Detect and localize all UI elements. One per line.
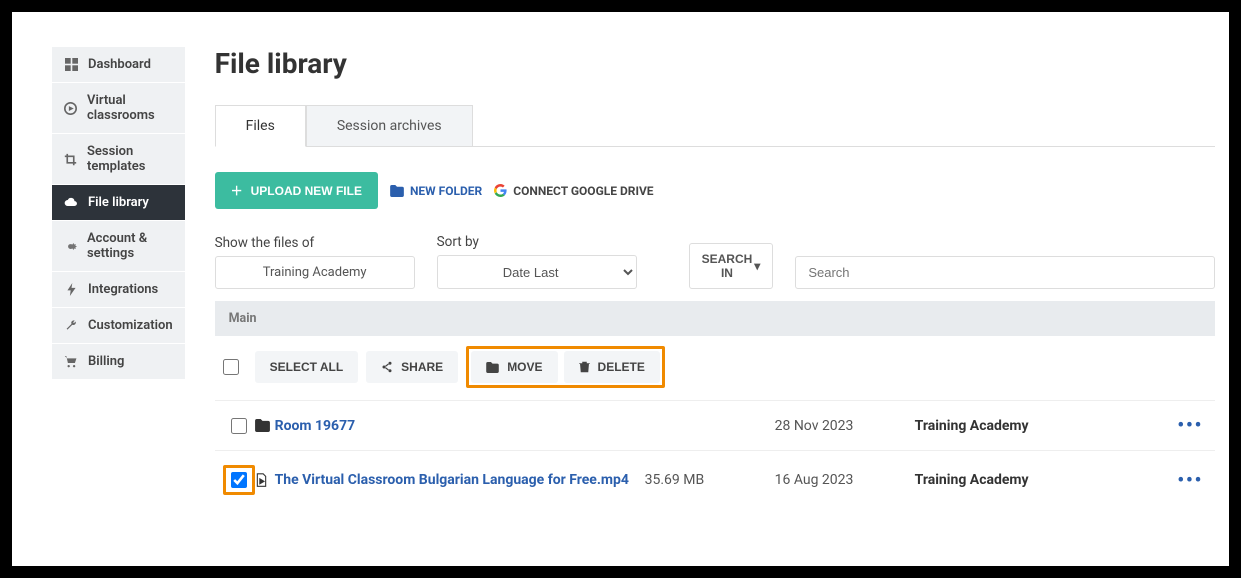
sidebar-item-label: Virtual classrooms [87, 93, 173, 123]
new-folder-label: NEW FOLDER [410, 184, 482, 198]
file-size: 35.69 MB [645, 472, 775, 488]
tab-session-archives[interactable]: Session archives [306, 105, 473, 147]
share-button[interactable]: SHARE [366, 351, 458, 383]
move-button[interactable]: MOVE [471, 351, 557, 383]
search-in-label: SEARCH IN [702, 252, 753, 280]
sidebar: Dashboard Virtual classrooms Session tem… [52, 47, 185, 566]
sidebar-item-label: Account & settings [87, 231, 173, 261]
select-all-checkbox[interactable] [223, 359, 239, 375]
wrench-icon [64, 319, 78, 332]
row-checkbox[interactable] [231, 418, 247, 434]
sort-by-label: Sort by [437, 234, 637, 250]
cart-icon [64, 355, 78, 368]
select-all-label: SELECT ALL [270, 360, 344, 374]
sidebar-item-label: Billing [88, 354, 124, 369]
show-files-of-select[interactable]: Training Academy [215, 256, 415, 289]
tab-files[interactable]: Files [215, 105, 306, 147]
sidebar-item-label: Integrations [88, 282, 158, 297]
connect-google-drive-link[interactable]: CONNECT GOOGLE DRIVE [494, 184, 653, 198]
breadcrumb[interactable]: Main [215, 301, 1216, 336]
play-circle-icon [64, 102, 77, 115]
move-label: MOVE [507, 360, 542, 374]
new-folder-link[interactable]: NEW FOLDER [390, 184, 482, 198]
sidebar-item-session-templates[interactable]: Session templates [52, 134, 185, 184]
grid-icon [64, 58, 78, 71]
row-checkbox[interactable] [231, 472, 247, 488]
google-icon [494, 184, 507, 197]
folder-icon [255, 419, 275, 432]
trash-icon [579, 361, 590, 373]
page-title: File library [215, 47, 1216, 80]
sidebar-item-dashboard[interactable]: Dashboard [52, 47, 185, 82]
file-name[interactable]: Room 19677 [275, 418, 645, 434]
upload-new-file-button[interactable]: ＋ UPLOAD NEW FILE [215, 172, 378, 209]
sidebar-item-integrations[interactable]: Integrations [52, 272, 185, 307]
sidebar-item-file-library[interactable]: File library [52, 185, 185, 220]
sidebar-item-virtual-classrooms[interactable]: Virtual classrooms [52, 83, 185, 133]
sidebar-item-label: File library [88, 195, 149, 210]
cloud-icon [64, 196, 78, 209]
sort-by-select[interactable]: Date Last [437, 255, 637, 289]
bolt-icon [64, 283, 78, 296]
file-date: 28 Nov 2023 [775, 418, 915, 434]
file-name[interactable]: The Virtual Classroom Bulgarian Language… [275, 472, 645, 488]
table-row: The Virtual Classroom Bulgarian Language… [215, 450, 1216, 509]
row-menu-button[interactable]: ••• [1177, 470, 1207, 491]
file-owner: Training Academy [915, 472, 1178, 488]
caret-down-icon: ▾ [754, 259, 760, 273]
tabs: Files Session archives [215, 105, 1216, 147]
search-input[interactable] [795, 256, 1215, 289]
sidebar-item-customization[interactable]: Customization [52, 308, 185, 343]
gear-icon [64, 240, 77, 253]
delete-label: DELETE [598, 360, 645, 374]
select-all-button[interactable]: SELECT ALL [255, 351, 359, 383]
sidebar-item-billing[interactable]: Billing [52, 344, 185, 379]
folder-icon [486, 362, 499, 373]
row-menu-button[interactable]: ••• [1177, 415, 1207, 436]
share-icon [381, 361, 393, 373]
plus-icon: ＋ [231, 182, 243, 199]
file-date: 16 Aug 2023 [775, 472, 915, 488]
connect-gdrive-label: CONNECT GOOGLE DRIVE [513, 184, 653, 198]
sidebar-item-account-settings[interactable]: Account & settings [52, 221, 185, 271]
file-owner: Training Academy [915, 418, 1178, 434]
table-row: Room 19677 28 Nov 2023 Training Academy … [215, 400, 1216, 450]
sidebar-item-label: Session templates [87, 144, 173, 174]
folder-icon [390, 185, 404, 197]
video-file-icon [255, 473, 275, 488]
crop-icon [64, 153, 77, 166]
main-content: File library Files Session archives ＋ UP… [185, 12, 1241, 566]
delete-button[interactable]: DELETE [564, 351, 660, 383]
move-delete-highlight: MOVE DELETE [466, 346, 665, 388]
sidebar-item-label: Dashboard [88, 57, 151, 72]
filter-sort-by: Sort by Date Last [437, 234, 637, 289]
filter-show-files-of: Show the files of Training Academy [215, 235, 415, 289]
share-label: SHARE [401, 360, 443, 374]
show-files-of-label: Show the files of [215, 235, 415, 251]
sidebar-item-label: Customization [88, 318, 173, 333]
search-in-button[interactable]: SEARCH IN ▾ [689, 243, 774, 289]
upload-button-label: UPLOAD NEW FILE [251, 184, 362, 198]
